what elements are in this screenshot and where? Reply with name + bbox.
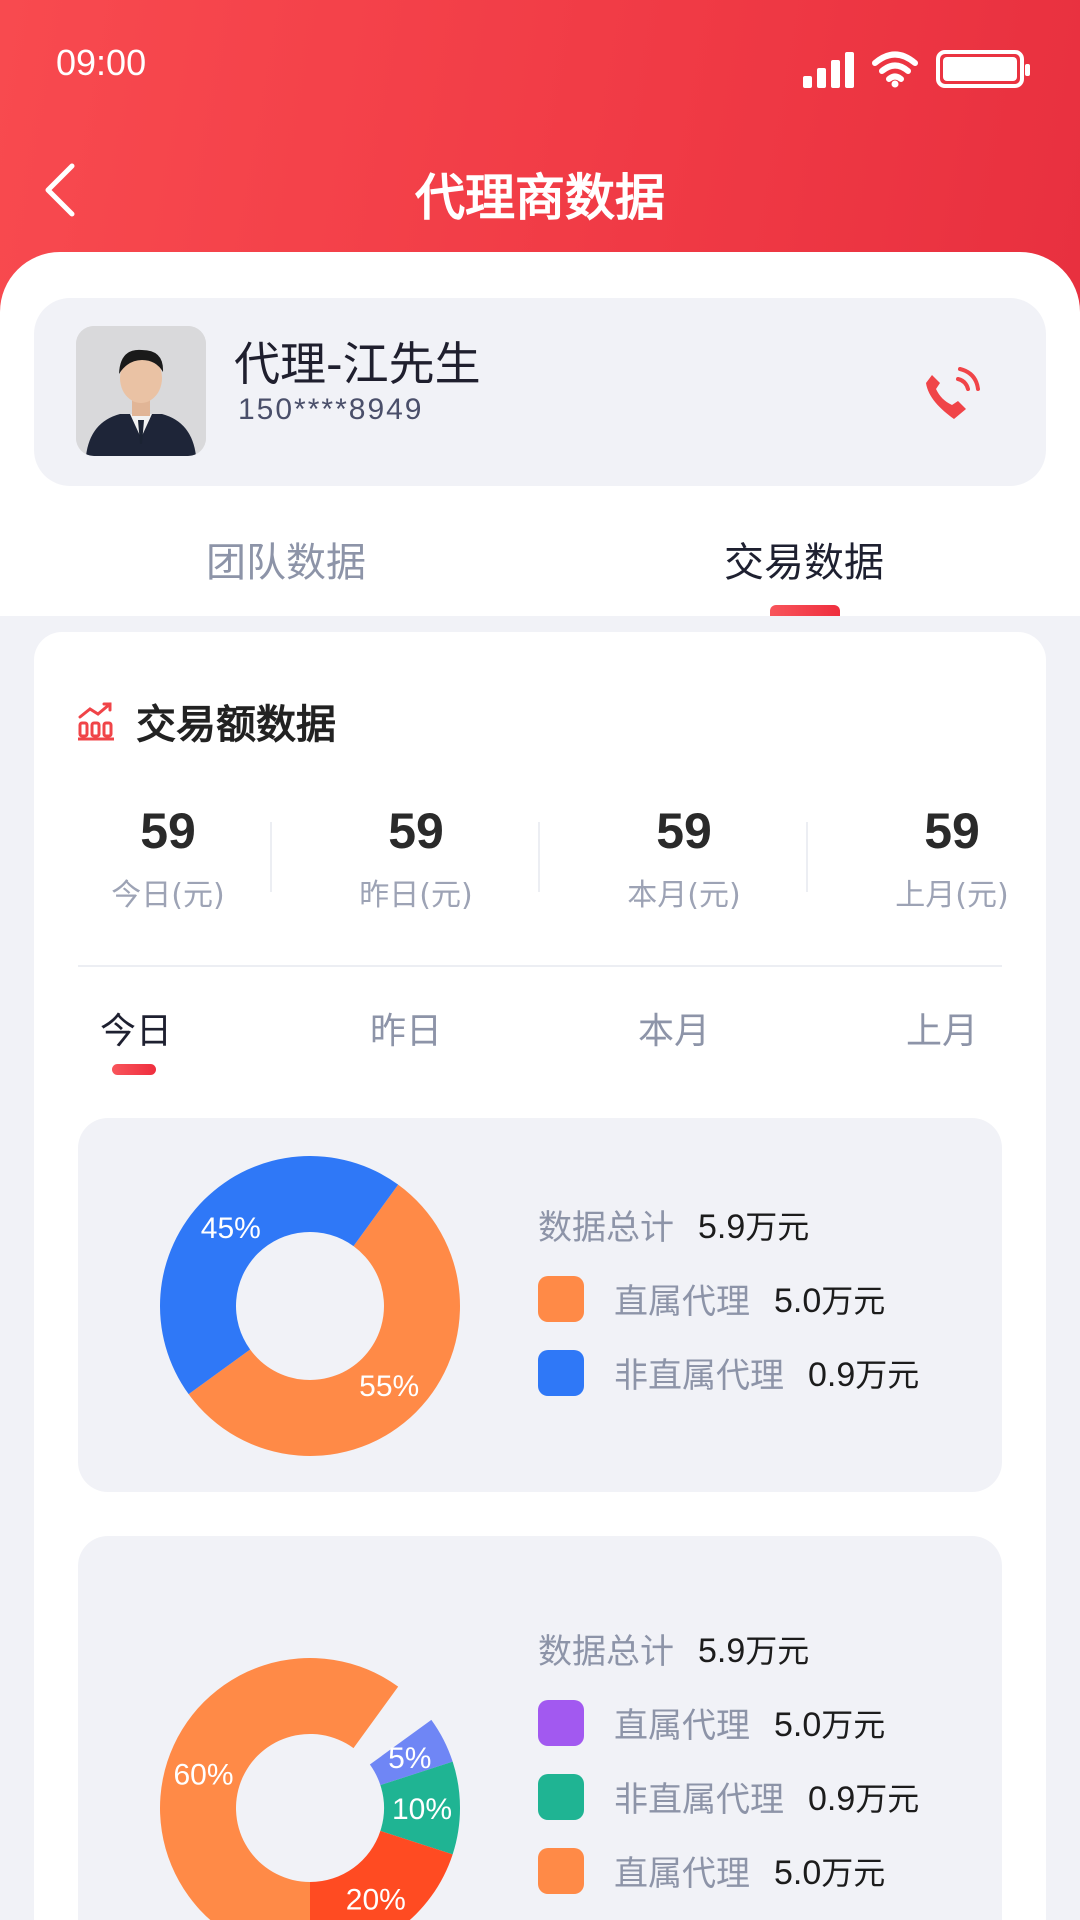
legend-total-value: 5.9万元 <box>698 1207 810 1246</box>
transaction-card: 交易额数据 59 今日(元) 59 昨日(元) 59 本月(元) 59 上月(元… <box>34 632 1046 1920</box>
legend-item: 直属代理 5.0万元 <box>538 1274 885 1323</box>
legend-total: 数据总计 5.9万元 <box>538 1200 809 1249</box>
stat-label: 上月(元) <box>895 878 1009 913</box>
legend-swatch <box>538 1275 584 1322</box>
tab-today[interactable]: 今日 <box>100 1002 172 1054</box>
legend-swatch <box>538 1847 584 1894</box>
bar-chart-icon <box>78 702 114 741</box>
legend-name: 直属代理 <box>614 1854 750 1894</box>
slice-percent-label: 45% <box>201 1212 261 1245</box>
period-tabs: 今日 昨日 本月 上月 <box>34 1002 1046 1082</box>
card-title: 交易额数据 <box>136 702 336 748</box>
slice-percent-label: 5% <box>388 1742 431 1775</box>
stat-value: 59 <box>140 803 196 859</box>
tab-yesterday[interactable]: 昨日 <box>370 1002 442 1054</box>
stat-label: 本月(元) <box>627 878 741 913</box>
divider <box>538 822 540 892</box>
agent-phone: 150****8949 <box>238 393 424 426</box>
stat-label: 昨日(元) <box>359 878 473 913</box>
signal-icon <box>803 50 854 88</box>
donut-chart: 5% 10% 20% 60% <box>160 1658 460 1920</box>
legend-swatch <box>538 1349 584 1396</box>
divider <box>806 822 808 892</box>
tab-this-month[interactable]: 本月 <box>638 1002 710 1054</box>
legend-name: 非直属代理 <box>614 1780 784 1820</box>
stat-yesterday: 59 昨日(元) <box>282 802 550 914</box>
legend-swatch <box>538 1699 584 1746</box>
legend-name: 直属代理 <box>614 1706 750 1746</box>
card-header: 交易额数据 <box>76 692 336 750</box>
legend-swatch <box>538 1773 584 1820</box>
legend-value: 0.9万元 <box>808 1355 920 1394</box>
battery-icon <box>936 50 1030 88</box>
period-tab-indicator <box>112 1064 156 1075</box>
legend-name: 非直属代理 <box>614 1356 784 1396</box>
status-time: 09:00 <box>56 42 147 83</box>
legend-item: 直属代理 5.0万元 <box>538 1846 885 1895</box>
status-icons <box>803 50 1030 88</box>
divider <box>270 822 272 892</box>
stat-last-month: 59 上月(元) <box>818 802 1080 914</box>
stat-value: 59 <box>924 803 980 859</box>
divider <box>78 965 1002 967</box>
tab-team-data[interactable]: 团队数据 <box>206 530 366 588</box>
legend-total-label: 数据总计 <box>538 1632 674 1672</box>
legend-total: 数据总计 5.9万元 <box>538 1624 809 1673</box>
slice-percent-label: 60% <box>173 1758 233 1791</box>
stat-label: 今日(元) <box>111 878 225 913</box>
chart-panel-2: 5% 10% 20% 60% 数据总计 5.9万元 直属代理 5.0万元 非直属代理 … <box>78 1536 1002 1920</box>
legend-item: 直属代理 5.0万元 <box>538 1698 885 1747</box>
agent-profile-card: 代理-江先生 150****8949 <box>34 298 1046 486</box>
slice-percent-label: 20% <box>346 1884 406 1917</box>
stat-this-month: 59 本月(元) <box>550 802 818 914</box>
avatar <box>76 326 206 456</box>
legend-name: 直属代理 <box>614 1282 750 1322</box>
tab-active-indicator <box>770 605 840 616</box>
chart-panel-1: 55% 45% 数据总计 5.9万元 直属代理 5.0万元 非直属代理 0.9万元 <box>78 1118 1002 1492</box>
legend-value: 0.9万元 <box>808 1779 920 1818</box>
page-title: 代理商数据 <box>415 169 665 227</box>
slice-percent-label: 10% <box>392 1793 452 1826</box>
legend-item: 非直属代理 0.9万元 <box>538 1772 919 1821</box>
agent-name: 代理-江先生 <box>234 337 481 391</box>
stats-row: 59 今日(元) 59 昨日(元) 59 本月(元) 59 上月(元) <box>34 802 1046 922</box>
phone-call-icon[interactable] <box>914 353 994 433</box>
wifi-icon <box>872 51 918 88</box>
stat-value: 59 <box>656 803 712 859</box>
slice-percent-label: 55% <box>359 1370 419 1403</box>
tab-transaction-data[interactable]: 交易数据 <box>724 530 884 588</box>
donut-chart: 55% 45% <box>160 1156 460 1456</box>
legend-total-label: 数据总计 <box>538 1208 674 1248</box>
legend-total-value: 5.9万元 <box>698 1631 810 1670</box>
main-tabs: 团队数据 交易数据 <box>0 520 1080 616</box>
stat-value: 59 <box>388 803 444 859</box>
legend-value: 5.0万元 <box>774 1281 886 1320</box>
legend-value: 5.0万元 <box>774 1853 886 1892</box>
stat-today: 59 今日(元) <box>34 802 302 914</box>
legend-value: 5.0万元 <box>774 1705 886 1744</box>
tab-last-month[interactable]: 上月 <box>906 1002 978 1054</box>
legend-item: 非直属代理 0.9万元 <box>538 1348 919 1397</box>
